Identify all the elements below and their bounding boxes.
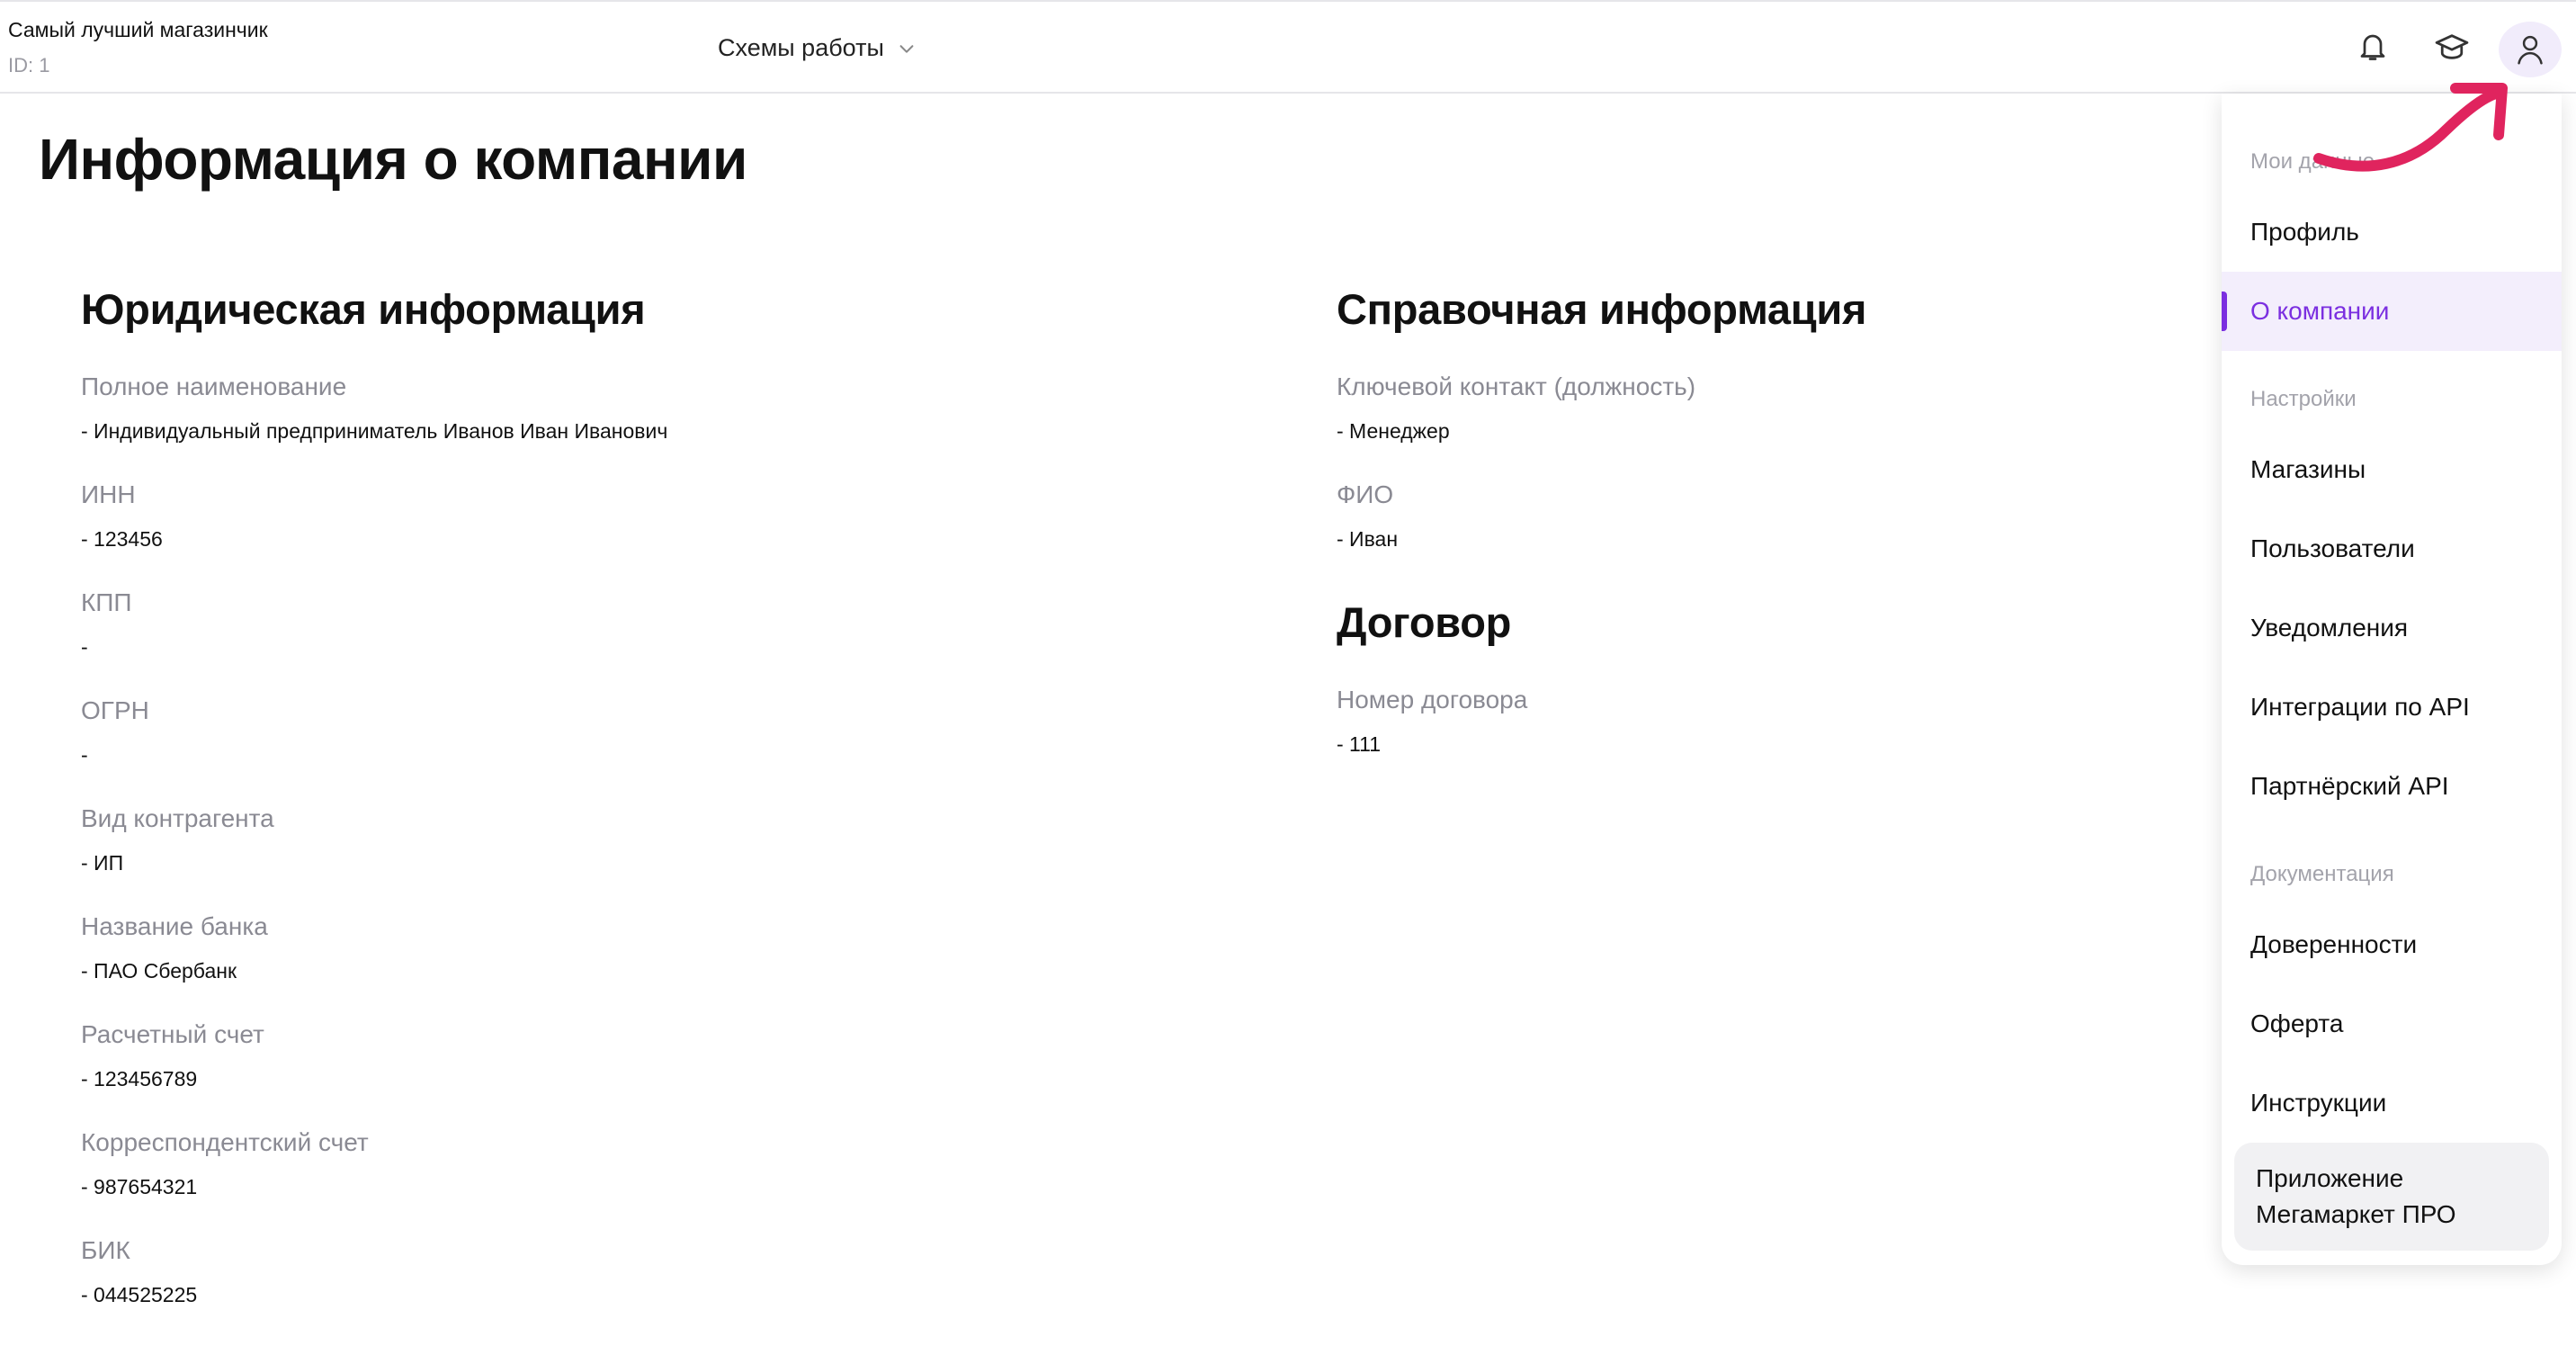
legal-info-title: Юридическая информация: [81, 285, 646, 333]
page-title: Информация о компании: [39, 127, 747, 192]
field-label-ogrn: ОГРН: [81, 696, 149, 724]
top-header: Самый лучший магазинчик ID: 1 Схемы рабо…: [0, 0, 2576, 94]
field-label-bank-name: Название банка: [81, 912, 268, 940]
field-value-bank-name: - ПАО Сбербанк: [81, 959, 237, 983]
menu-item-users[interactable]: Пользователи: [2222, 509, 2562, 588]
field-value-contract-number: - 111: [1337, 732, 1382, 756]
field-value-ogrn: -: [81, 743, 88, 767]
contract-title: Договор: [1337, 598, 1512, 646]
app-promo-line1: Приложение: [2256, 1164, 2404, 1192]
reference-info-title: Справочная информация: [1337, 285, 1867, 333]
field-label-kpp: КПП: [81, 588, 132, 616]
menu-item-profile[interactable]: Профиль: [2222, 193, 2562, 272]
shop-id: ID: 1: [8, 54, 50, 76]
field-label-settlement-account: Расчетный счет: [81, 1020, 264, 1048]
menu-item-partner-api[interactable]: Партнёрский API: [2222, 747, 2562, 826]
field-label-inn: ИНН: [81, 480, 136, 508]
field-label-contract-number: Номер договора: [1337, 686, 1528, 713]
app-promo-button[interactable]: Приложение Мегамаркет ПРО: [2234, 1143, 2549, 1251]
field-label-counterparty-type: Вид контрагента: [81, 804, 274, 832]
learning-button[interactable]: [2430, 25, 2473, 68]
schemes-dropdown[interactable]: Схемы работы: [718, 34, 917, 62]
profile-dropdown-menu: Мои данные Профиль О компании Настройки …: [2222, 94, 2562, 1265]
field-label-bik: БИК: [81, 1236, 130, 1264]
menu-item-about-company[interactable]: О компании: [2222, 272, 2562, 351]
profile-avatar-button[interactable]: [2499, 22, 2562, 77]
field-value-fio: - Иван: [1337, 527, 1399, 551]
menu-group-documentation: Документация: [2250, 862, 2394, 886]
menu-item-shops[interactable]: Магазины: [2222, 430, 2562, 509]
field-value-counterparty-type: - ИП: [81, 851, 124, 875]
field-value-bik: - 044525225: [81, 1283, 198, 1306]
field-label-correspondent-account: Корреспондентский счет: [81, 1128, 369, 1156]
field-value-settlement-account: - 123456789: [81, 1067, 198, 1090]
menu-item-api-integrations[interactable]: Интеграции по API: [2222, 668, 2562, 747]
bell-icon: [2360, 34, 2385, 60]
user-icon: [2518, 35, 2543, 65]
menu-group-settings: Настройки: [2250, 387, 2357, 411]
chevron-down-icon: [899, 44, 914, 53]
shop-name: Самый лучший магазинчик: [8, 18, 268, 41]
graduation-cap-icon: [2435, 34, 2469, 59]
field-value-inn: - 123456: [81, 527, 163, 551]
field-value-correspondent-account: - 987654321: [81, 1175, 198, 1198]
annotation-arrow-icon: [2313, 83, 2508, 172]
field-value-kpp: -: [81, 635, 88, 659]
menu-item-notifications[interactable]: Уведомления: [2222, 588, 2562, 668]
menu-item-offer[interactable]: Оферта: [2222, 984, 2562, 1063]
app-promo-line2: Мегамаркет ПРО: [2256, 1200, 2456, 1228]
notifications-button[interactable]: [2351, 25, 2394, 68]
field-value-key-contact: - Менеджер: [1337, 419, 1450, 443]
schemes-label: Схемы работы: [718, 34, 884, 61]
field-label-full-name: Полное наименование: [81, 372, 347, 400]
field-value-full-name: - Индивидуальный предприниматель Иванов …: [81, 419, 668, 443]
menu-item-instructions[interactable]: Инструкции: [2222, 1063, 2562, 1143]
menu-item-powers-of-attorney[interactable]: Доверенности: [2222, 905, 2562, 984]
field-label-key-contact: Ключевой контакт (должность): [1337, 372, 1696, 400]
field-label-fio: ФИО: [1337, 480, 1394, 508]
